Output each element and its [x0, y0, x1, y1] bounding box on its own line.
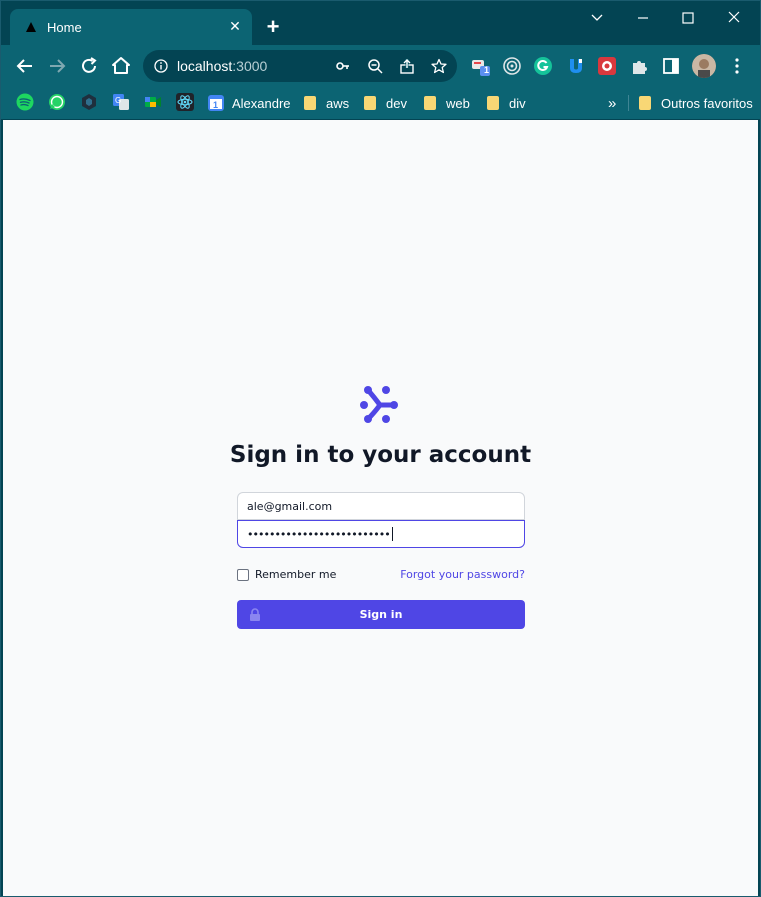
zoom-out-icon[interactable]	[367, 58, 383, 74]
bookmarks-divider	[628, 95, 629, 111]
close-tab-icon[interactable]: ✕	[228, 19, 242, 33]
title-bar: Home ✕ +	[1, 1, 760, 45]
app-logo-icon	[360, 386, 398, 423]
url-host: localhost	[177, 58, 233, 74]
bookmark-label: aws	[326, 95, 350, 111]
folder-icon	[424, 96, 436, 110]
bookmark-folder-aws[interactable]: aws	[304, 93, 349, 113]
dev-extension-icon[interactable]	[566, 56, 586, 76]
grammarly-icon[interactable]	[533, 56, 553, 76]
extension-badge-icon[interactable]: 1	[471, 56, 491, 76]
bookmark-folder-div[interactable]: div	[487, 93, 526, 113]
sign-in-label: Sign in	[359, 608, 403, 621]
extensions-puzzle-icon[interactable]	[629, 56, 649, 76]
spotify-icon[interactable]	[16, 93, 34, 111]
remember-me-row: Remember me	[237, 568, 336, 581]
bookmark-folder-web[interactable]: web	[424, 93, 470, 113]
email-field[interactable]: ale@gmail.com	[237, 492, 525, 520]
minimize-icon[interactable]	[628, 9, 658, 29]
password-value: ••••••••••••••••••••••••••	[247, 527, 391, 541]
browser-tab[interactable]: Home ✕	[10, 9, 252, 45]
lock-icon	[250, 608, 260, 621]
more-bookmarks-button[interactable]: »	[608, 93, 616, 113]
remember-me-label[interactable]: Remember me	[255, 568, 336, 581]
dark-app-icon[interactable]	[80, 93, 98, 111]
folder-icon	[304, 96, 316, 110]
tab-search-icon[interactable]	[582, 9, 612, 29]
back-arrow-icon[interactable]	[14, 55, 36, 77]
bookmark-label: web	[446, 95, 470, 111]
folder-icon	[487, 96, 499, 110]
calendar-icon: 1	[208, 95, 224, 111]
bookmark-label: Alexandre	[232, 95, 291, 111]
forgot-password-link[interactable]: Forgot your password?	[400, 568, 525, 581]
forward-arrow-icon[interactable]	[46, 55, 68, 77]
browser-toolbar: localhost:3000 1	[1, 45, 760, 87]
bookmarks-bar: G 1 Alexandre aws dev web div » Outros f…	[1, 87, 760, 119]
address-bar[interactable]: localhost:3000	[143, 50, 457, 82]
other-bookmarks-folder[interactable]: Outros favoritos	[639, 93, 753, 113]
tab-title: Home	[47, 20, 82, 35]
reload-icon[interactable]	[78, 55, 100, 77]
other-bookmarks-label: Outros favoritos	[661, 95, 753, 111]
bookmark-label: dev	[386, 95, 407, 111]
folder-icon	[364, 96, 376, 110]
react-icon[interactable]	[176, 93, 194, 111]
url-text[interactable]: localhost:3000	[177, 58, 267, 74]
folder-icon	[639, 96, 651, 110]
remember-me-checkbox[interactable]	[237, 568, 249, 581]
email-value: ale@gmail.com	[247, 499, 333, 513]
bookmark-star-icon[interactable]	[431, 58, 447, 74]
site-info-icon[interactable]	[154, 59, 168, 73]
avatar-face-icon	[692, 54, 716, 78]
whatsapp-icon[interactable]	[48, 93, 66, 111]
home-icon[interactable]	[110, 55, 132, 77]
profile-avatar[interactable]	[692, 54, 716, 78]
close-window-icon[interactable]	[719, 9, 749, 29]
bookmark-label: div	[509, 95, 526, 111]
bookmark-folder-dev[interactable]: dev	[364, 93, 407, 113]
red-extension-icon[interactable]	[597, 56, 617, 76]
chrome-menu-icon[interactable]	[727, 56, 747, 76]
google-meet-icon[interactable]	[144, 93, 162, 111]
page-content: Sign in to your account ale@gmail.com ••…	[3, 120, 758, 896]
page-title: Sign in to your account	[229, 442, 532, 468]
vercel-favicon-icon	[26, 22, 36, 32]
browser-window: Home ✕ + localhost:3000 1 G 1 Alexandre …	[0, 0, 761, 897]
google-translate-icon[interactable]: G	[112, 93, 130, 111]
svg-text:1: 1	[213, 100, 218, 110]
sign-in-button[interactable]: Sign in	[237, 600, 525, 629]
bookmark-alexandre[interactable]: 1 Alexandre	[208, 93, 291, 113]
password-field[interactable]: ••••••••••••••••••••••••••	[237, 520, 525, 548]
side-panel-icon[interactable]	[661, 56, 681, 76]
share-icon[interactable]	[399, 58, 415, 74]
key-icon[interactable]	[335, 58, 351, 74]
text-caret	[391, 527, 393, 541]
new-tab-button[interactable]: +	[263, 16, 283, 38]
extension-badge-count: 1	[484, 65, 490, 75]
maximize-icon[interactable]	[673, 9, 703, 29]
svg-text:G: G	[115, 96, 121, 105]
target-extension-icon[interactable]	[502, 56, 522, 76]
url-port: :3000	[232, 58, 268, 74]
